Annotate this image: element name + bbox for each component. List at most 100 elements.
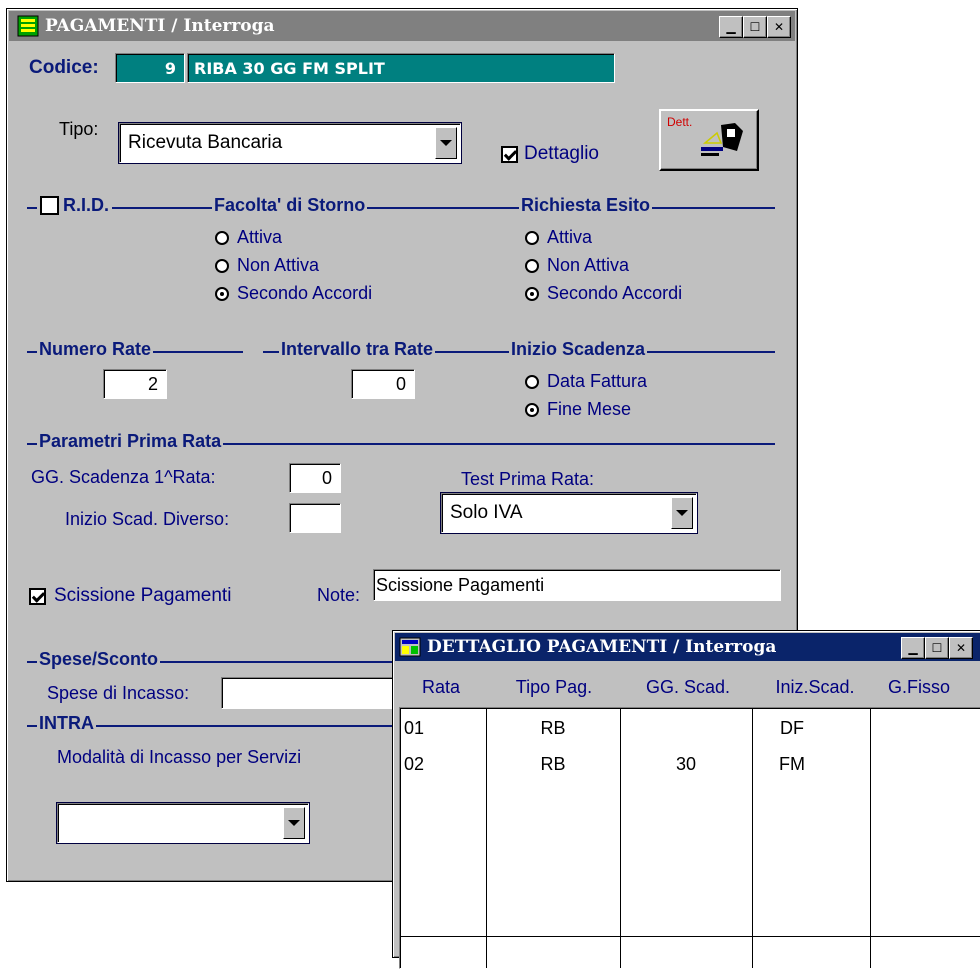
app-icon <box>17 15 39 37</box>
detail-grid[interactable]: 01 RB DF 02 RB 30 FM <box>399 707 980 969</box>
grid-divider <box>752 708 753 968</box>
maximize-button[interactable]: ☐ <box>925 637 949 659</box>
data-fattura-radio[interactable]: Data Fattura <box>525 371 647 392</box>
grid-bottom-line <box>400 936 980 937</box>
modalita-label: Modalità di Incasso per Servizi <box>57 747 302 767</box>
radio-selected-icon[interactable] <box>215 286 229 301</box>
prima-rata-title: Parametri Prima Rata <box>37 431 224 452</box>
storno-secondo-radio[interactable]: Secondo Accordi <box>215 283 372 304</box>
esito-secondo-radio[interactable]: Secondo Accordi <box>525 283 682 304</box>
note-field[interactable]: Scissione Pagamenti <box>373 569 781 601</box>
app-icon <box>399 636 421 658</box>
esito-attiva-radio[interactable]: Attiva <box>525 227 592 248</box>
intervallo-title: Intervallo tra Rate <box>279 339 436 360</box>
cell-tipo: RB <box>540 718 566 738</box>
rid-group-line <box>27 207 775 209</box>
spese-title: Spese/Sconto <box>37 649 161 670</box>
radio-selected-icon[interactable] <box>525 402 539 417</box>
codice-number-field[interactable]: 9 <box>115 53 185 83</box>
gg-scadenza-label: GG. Scadenza 1^Rata: <box>31 467 216 487</box>
intervallo-field[interactable]: 0 <box>351 369 415 399</box>
close-button[interactable]: ✕ <box>767 16 791 38</box>
storno-attiva-radio[interactable]: Attiva <box>215 227 282 248</box>
codice-label: Codice: <box>29 57 99 78</box>
column-header-tipo: Tipo Pag. <box>515 677 593 697</box>
radio-label: Fine Mese <box>547 399 632 419</box>
minimize-button[interactable]: ▁ <box>901 637 925 659</box>
radio-label: Secondo Accordi <box>237 283 373 303</box>
radio-icon[interactable] <box>215 230 229 245</box>
inizio-diverso-label: Inizio Scad. Diverso: <box>65 509 230 529</box>
grid-divider <box>870 708 871 968</box>
radio-label: Non Attiva <box>547 255 630 275</box>
dettaglio-checkbox[interactable]: Dettaglio <box>501 143 599 165</box>
scissione-checkbox[interactable]: Scissione Pagamenti <box>29 585 231 607</box>
detail-window: DETTAGLIO PAGAMENTI / Interroga ▁ ☐ ✕ Ra… <box>392 630 980 969</box>
numero-rate-field[interactable]: 2 <box>103 369 167 399</box>
maximize-button[interactable]: ☐ <box>743 16 767 38</box>
numero-rate-title: Numero Rate <box>37 339 154 360</box>
storno-nonattiva-radio[interactable]: Non Attiva <box>215 255 319 276</box>
note-value: Scissione Pagamenti <box>376 574 545 595</box>
chevron-down-icon[interactable] <box>283 807 305 839</box>
radio-icon[interactable] <box>525 374 539 389</box>
rid-label: R.I.D. <box>63 195 110 215</box>
cell-gg: 30 <box>675 754 697 774</box>
radio-icon[interactable] <box>525 230 539 245</box>
dett-button[interactable]: Dett. <box>659 109 759 171</box>
checkbox-checked-icon[interactable] <box>29 587 46 605</box>
tipo-value: Ricevuta Bancaria <box>128 132 283 153</box>
column-header-iniz: Iniz.Scad. <box>775 677 855 697</box>
radio-icon[interactable] <box>525 258 539 273</box>
checkbox-checked-icon[interactable] <box>501 145 518 163</box>
spese-incasso-field[interactable] <box>221 677 411 709</box>
esito-nonattiva-radio[interactable]: Non Attiva <box>525 255 629 276</box>
cell-iniz: DF <box>780 718 804 738</box>
radio-label: Secondo Accordi <box>547 283 683 303</box>
machine-icon <box>701 123 743 156</box>
cell-iniz: FM <box>779 754 805 774</box>
test-prima-rata-select[interactable]: Solo IVA <box>441 493 697 533</box>
grid-divider <box>620 708 621 968</box>
storno-title: Facolta' di Storno <box>212 195 368 216</box>
test-prima-rata-value: Solo IVA <box>450 502 523 523</box>
chevron-down-icon[interactable] <box>435 127 457 159</box>
rid-checkbox[interactable]: R.I.D. <box>37 195 113 216</box>
test-prima-rata-label: Test Prima Rata: <box>461 469 595 489</box>
radio-label: Data Fattura <box>547 371 648 391</box>
inizio-diverso-field[interactable] <box>289 503 341 533</box>
gg-scadenza-field[interactable]: 0 <box>289 463 341 493</box>
close-button[interactable]: ✕ <box>949 637 973 659</box>
main-title: PAGAMENTI / Interroga <box>45 16 275 36</box>
spese-incasso-label: Spese di Incasso: <box>47 683 190 703</box>
checkbox-unchecked-icon[interactable] <box>40 196 59 215</box>
codice-desc-field[interactable]: RIBA 30 GG FM SPLIT <box>187 53 615 83</box>
modalita-select[interactable] <box>57 803 309 843</box>
intra-title: INTRA <box>37 713 96 734</box>
main-title-bar[interactable]: PAGAMENTI / Interroga ▁ ☐ ✕ <box>9 11 795 41</box>
column-header-gfisso: G.Fisso <box>887 677 950 697</box>
inizio-scadenza-title: Inizio Scadenza <box>509 339 648 360</box>
radio-label: Attiva <box>547 227 593 247</box>
radio-selected-icon[interactable] <box>525 286 539 301</box>
note-label: Note: <box>317 585 361 605</box>
grid-divider <box>486 708 487 968</box>
codice-desc: RIBA 30 GG FM SPLIT <box>194 58 385 78</box>
cell-rata: 01 <box>404 718 425 738</box>
codice-number: 9 <box>164 58 176 78</box>
esito-title: Richiesta Esito <box>519 195 653 216</box>
column-header-gg: GG. Scad. <box>645 677 731 697</box>
dettaglio-label: Dettaglio <box>524 143 599 164</box>
chevron-down-icon[interactable] <box>671 497 693 529</box>
scissione-label: Scissione Pagamenti <box>54 585 232 606</box>
fine-mese-radio[interactable]: Fine Mese <box>525 399 631 420</box>
detail-title: DETTAGLIO PAGAMENTI / Interroga <box>427 637 777 657</box>
detail-title-bar[interactable]: DETTAGLIO PAGAMENTI / Interroga ▁ ☐ ✕ <box>395 633 980 661</box>
column-header-rata: Rata <box>421 677 461 697</box>
radio-icon[interactable] <box>215 258 229 273</box>
dett-button-label: Dett. <box>667 115 693 129</box>
tipo-label: Tipo: <box>59 119 99 139</box>
minimize-button[interactable]: ▁ <box>719 16 743 38</box>
tipo-select[interactable]: Ricevuta Bancaria <box>119 123 461 163</box>
radio-label: Non Attiva <box>237 255 320 275</box>
